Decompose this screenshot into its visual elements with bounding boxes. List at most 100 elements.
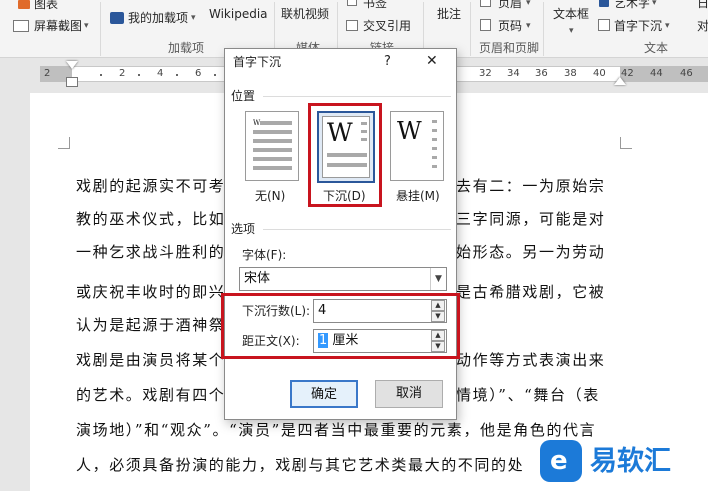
ruler-number: 44 bbox=[650, 68, 663, 79]
group-separator bbox=[543, 2, 544, 56]
document-line-right[interactable]: 三字同源，可能是对 bbox=[456, 209, 605, 229]
dropcap-dropdown-icon[interactable]: ▾ bbox=[665, 18, 670, 34]
section-divider bbox=[263, 229, 451, 230]
preview-line bbox=[432, 147, 437, 150]
dropcap-icon bbox=[598, 19, 610, 31]
wordart-icon bbox=[599, 0, 609, 7]
cross-reference-button[interactable]: 交叉引用 bbox=[363, 18, 411, 34]
document-line[interactable]: 演场地）”和“观众”。“演员”是四者当中最重要的元素，他是角色的代言 bbox=[76, 420, 596, 440]
ruler-number: 38 bbox=[564, 68, 577, 79]
distance-input[interactable]: 1 厘米 bbox=[313, 329, 447, 353]
cancel-button[interactable]: 取消 bbox=[375, 380, 443, 408]
my-addins-icon bbox=[110, 12, 124, 24]
document-line[interactable]: 或庆祝丰收时的即兴 bbox=[76, 282, 225, 302]
help-button[interactable]: ? bbox=[384, 54, 391, 70]
margin-corner-mark bbox=[58, 137, 70, 149]
dropcap-option-margin[interactable]: W bbox=[390, 111, 444, 181]
dropcap-margin-preview-glyph: W bbox=[397, 117, 422, 145]
document-line[interactable]: 戏剧的起源实不可考 bbox=[76, 176, 225, 196]
ribbon-right-partial-mid[interactable]: 对 bbox=[697, 18, 708, 34]
margin-corner-mark bbox=[620, 137, 632, 149]
group-separator bbox=[470, 2, 471, 56]
wikipedia-button[interactable]: Wikipedia bbox=[209, 6, 268, 22]
bookmark-icon bbox=[347, 0, 357, 6]
ruler-tick bbox=[176, 74, 178, 76]
indent-marker-icon[interactable] bbox=[66, 61, 78, 69]
online-video-button[interactable]: 联机视频 bbox=[281, 6, 329, 22]
document-line-right[interactable]: 去有二：一为原始宗 bbox=[456, 176, 605, 196]
page-number-button[interactable]: 页码 bbox=[498, 18, 522, 34]
distance-spin-down-icon[interactable]: ▼ bbox=[431, 341, 445, 352]
document-line[interactable]: 人，必须具备扮演的能力，戏剧与其它艺术类最大的不同的处 bbox=[76, 455, 524, 475]
dropcap-option-dropped[interactable]: W bbox=[317, 111, 375, 183]
lines-to-drop-value: 4 bbox=[318, 303, 327, 318]
lines-spin-down-icon[interactable]: ▼ bbox=[431, 311, 445, 322]
preview-line bbox=[432, 138, 437, 141]
ruler-number: 4 bbox=[157, 68, 164, 79]
page-number-dropdown-icon[interactable]: ▾ bbox=[526, 18, 531, 34]
document-line[interactable]: 认为是起源于酒神祭 bbox=[76, 315, 225, 335]
screenshot-button[interactable]: 屏幕截图 bbox=[34, 18, 82, 34]
header-button[interactable]: 页眉 bbox=[498, 0, 522, 11]
dialog-title: 首字下沉 bbox=[233, 55, 282, 69]
my-addins-button[interactable]: 我的加载项 bbox=[128, 10, 188, 26]
font-label: 字体(F): bbox=[242, 248, 287, 262]
document-line[interactable]: 教的巫术仪式，比如 bbox=[76, 209, 225, 229]
position-section-label: 位置 bbox=[231, 89, 256, 103]
ruler-number: 2 bbox=[119, 68, 126, 79]
header-icon bbox=[480, 0, 491, 7]
preview-line bbox=[253, 139, 292, 143]
my-addins-dropdown-icon[interactable]: ▾ bbox=[191, 10, 196, 26]
wordart-dropdown-icon[interactable]: ▾ bbox=[652, 0, 657, 11]
header-dropdown-icon[interactable]: ▾ bbox=[526, 0, 531, 11]
lines-spin-up-icon[interactable]: ▲ bbox=[431, 300, 445, 311]
dropped-preview-inner: W bbox=[322, 116, 370, 178]
font-select[interactable]: 宋体 ▼ bbox=[239, 267, 447, 291]
preview-line bbox=[253, 157, 292, 161]
document-line-right[interactable]: 动作等方式表演出来 bbox=[456, 350, 605, 370]
screenshot-icon bbox=[13, 20, 29, 32]
lines-to-drop-label: 下沉行数(L): bbox=[242, 304, 311, 318]
chevron-down-icon[interactable]: ▼ bbox=[430, 268, 446, 290]
header-footer-group-label: 页眉和页脚 bbox=[479, 41, 540, 55]
right-indent-marker-icon[interactable] bbox=[614, 77, 626, 85]
textbox-button[interactable]: 文本框 bbox=[553, 6, 589, 22]
document-line-right[interactable]: 始形态。另一为劳动 bbox=[456, 242, 605, 262]
document-line[interactable]: 戏剧是由演员将某个 bbox=[76, 350, 225, 370]
ribbon-right-partial-top[interactable]: 日 bbox=[697, 0, 708, 11]
preview-line bbox=[432, 165, 437, 168]
indent-marker-bottom-icon[interactable] bbox=[66, 77, 78, 87]
ruler-tick bbox=[100, 74, 102, 76]
ruler-tick bbox=[214, 74, 216, 76]
dropcap-option-none-label[interactable]: 无(N) bbox=[255, 188, 285, 204]
dropcap-dropped-preview-glyph: W bbox=[327, 118, 353, 147]
document-line[interactable]: 一种乞求战斗胜利的 bbox=[76, 242, 225, 262]
page-number-icon bbox=[480, 19, 491, 31]
preview-line bbox=[361, 122, 367, 125]
preview-line bbox=[361, 130, 367, 133]
dropcap-option-margin-label[interactable]: 悬挂(M) bbox=[396, 188, 440, 204]
document-line-right[interactable]: 是古希腊戏剧，它被 bbox=[456, 282, 605, 302]
preview-line bbox=[432, 120, 437, 123]
dropcap-button[interactable]: 首字下沉 bbox=[614, 18, 662, 34]
ruler-number: 34 bbox=[507, 68, 520, 79]
chart-button[interactable]: 图表 bbox=[34, 0, 58, 12]
document-line[interactable]: 的艺术。戏剧有四个 bbox=[76, 385, 225, 405]
dropcap-option-none[interactable]: W bbox=[245, 111, 299, 181]
textbox-dropdown-icon[interactable]: ▾ bbox=[569, 23, 574, 39]
bookmark-button[interactable]: 书签 bbox=[363, 0, 387, 11]
ruler-tick bbox=[138, 74, 140, 76]
distance-spin-up-icon[interactable]: ▲ bbox=[431, 330, 445, 341]
ok-button[interactable]: 确定 bbox=[290, 380, 358, 408]
wordart-button[interactable]: 艺术字 bbox=[614, 0, 650, 11]
ruler-number: 40 bbox=[593, 68, 606, 79]
lines-to-drop-input[interactable]: 4 bbox=[313, 299, 447, 323]
ruler-number: 2 bbox=[44, 68, 51, 79]
dropcap-option-dropped-label[interactable]: 下沉(D) bbox=[323, 188, 366, 204]
comment-button[interactable]: 批注 bbox=[437, 6, 461, 22]
preview-line bbox=[253, 130, 292, 134]
document-line-right[interactable]: 情境）”、“舞台（表 bbox=[456, 385, 600, 405]
screenshot-dropdown-icon[interactable]: ▾ bbox=[84, 18, 89, 34]
cross-reference-icon bbox=[346, 20, 358, 31]
close-icon[interactable]: ✕ bbox=[426, 53, 438, 69]
